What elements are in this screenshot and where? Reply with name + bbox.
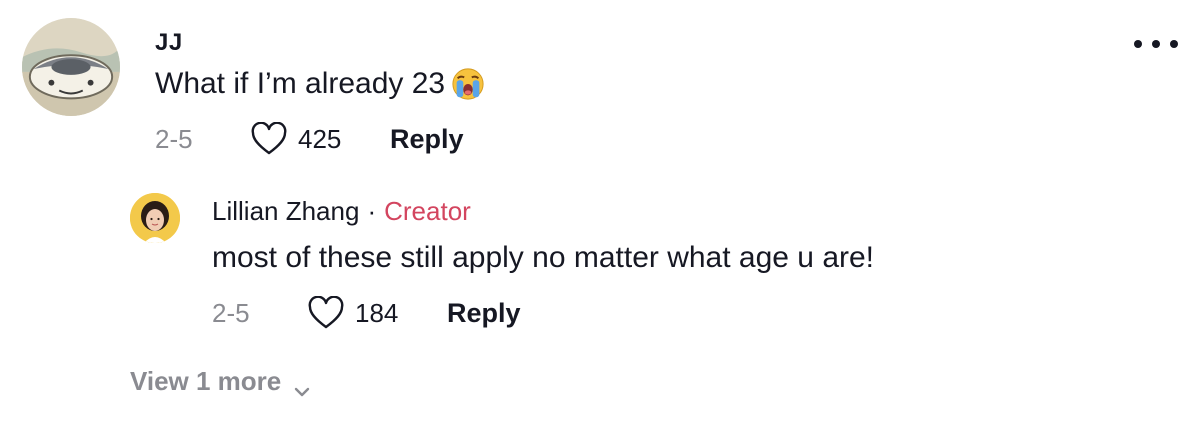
reply-text: most of these still apply no matter what…	[212, 241, 875, 274]
heart-icon[interactable]	[250, 121, 288, 156]
view-more-label: View 1 more	[130, 366, 282, 396]
comment-text: What if I’m already 23	[155, 64, 485, 104]
view-more-replies-button[interactable]: View 1 more	[130, 366, 311, 397]
heart-icon[interactable]	[307, 295, 345, 330]
like-button[interactable]: 425	[250, 121, 390, 156]
reply-date: 2-5	[212, 297, 250, 328]
reply-reply-button[interactable]: Reply	[447, 298, 521, 329]
comment-username[interactable]: JJ	[155, 29, 183, 57]
chevron-down-icon	[293, 375, 311, 396]
separator-dot: ·	[367, 196, 377, 226]
comment-text-body: What if I’m already 23	[155, 67, 446, 100]
reply-header: Lillian Zhang · Creator	[212, 196, 471, 227]
reply-like-button[interactable]: 184	[307, 295, 447, 330]
reply-meta: 2-5 184 Reply	[212, 293, 521, 333]
like-count: 425	[298, 123, 342, 154]
more-options-icon[interactable]	[1132, 34, 1180, 54]
comment-thread: JJ What if I’m already 23 2-5 425 Reply …	[0, 0, 1200, 423]
reply-avatar[interactable]	[130, 193, 180, 243]
loudly-crying-face-icon	[451, 67, 485, 101]
comment-date: 2-5	[155, 123, 193, 154]
reply-like-count: 184	[355, 297, 399, 328]
reply-avatar-image	[130, 193, 180, 243]
creator-badge: Creator	[384, 196, 471, 226]
avatar-image	[22, 18, 120, 116]
reply-button[interactable]: Reply	[390, 124, 464, 155]
comment-meta: 2-5 425 Reply	[155, 119, 464, 159]
reply-username[interactable]: Lillian Zhang	[212, 196, 359, 227]
avatar[interactable]	[22, 18, 120, 116]
